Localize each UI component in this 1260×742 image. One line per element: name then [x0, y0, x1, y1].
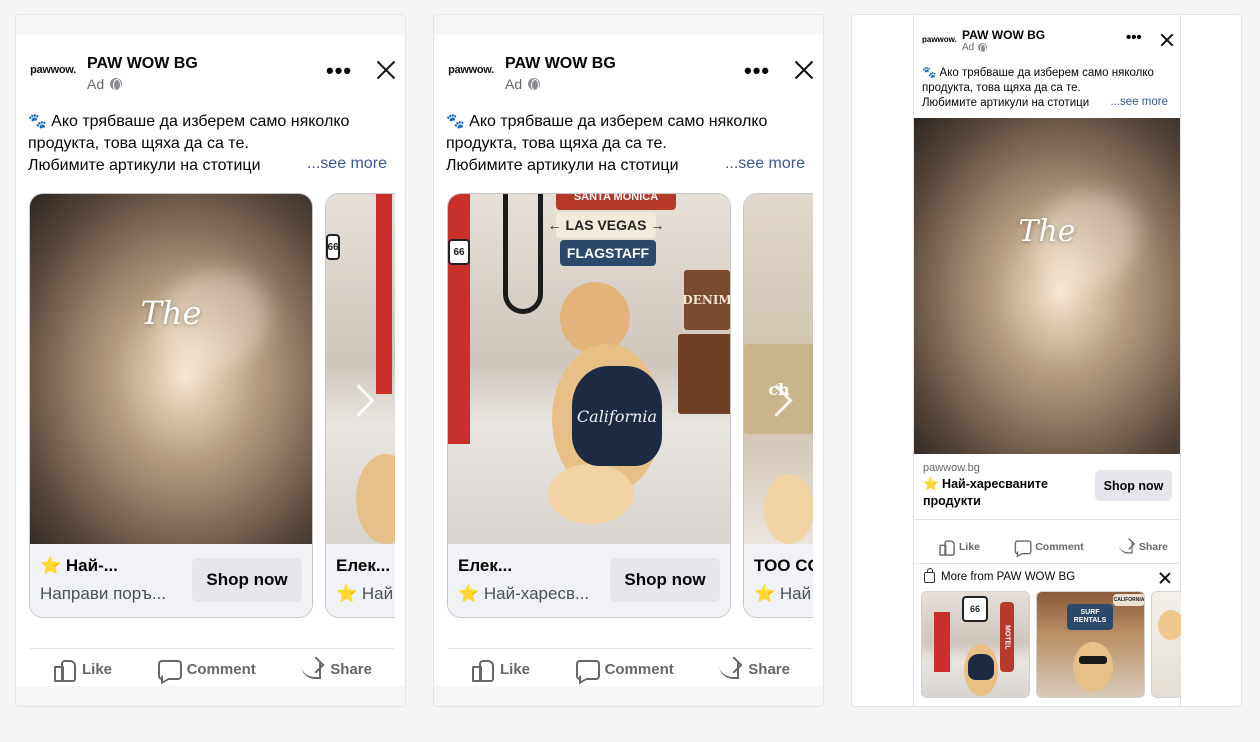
link-headline[interactable]: ⭐ Най-харесваните продукти	[923, 476, 1093, 510]
like-button[interactable]: Like	[470, 655, 530, 683]
brand-logo[interactable]: pawwow.	[30, 57, 76, 83]
more-from-header[interactable]: More from PAW WOW BG	[924, 567, 1075, 583]
post-actions: Like Comment Share	[448, 655, 812, 683]
comment-icon	[575, 658, 600, 680]
share-button[interactable]: Share	[718, 655, 790, 683]
carousel-next-icon[interactable]	[763, 381, 789, 421]
more-options-icon[interactable]: •••	[1126, 30, 1142, 45]
like-button[interactable]: Like	[938, 539, 980, 556]
card-subtitle: Направи поръ...	[40, 584, 167, 603]
shopping-bag-icon	[924, 567, 935, 583]
more-options-icon[interactable]: •••	[744, 60, 770, 82]
paw-icon: 🐾	[28, 113, 47, 130]
close-icon[interactable]	[1160, 33, 1174, 47]
card-subtitle: ⭐ Най	[754, 584, 812, 603]
carousel-card[interactable]: The ⭐ Най-... Направи поръ... Shop now	[29, 193, 313, 618]
more-products-strip[interactable]: 66 MOTEL SURF RENTALS CALIFORNIA	[921, 591, 1181, 699]
brand-name[interactable]: PAW WOW BG	[87, 55, 198, 73]
ad-preview-carousel-2: pawwow. PAW WOW BG Ad ••• 🐾 Ако трябваше…	[433, 14, 824, 707]
carousel-next-icon[interactable]	[345, 381, 371, 421]
post-actions: Like Comment Share	[914, 539, 1180, 556]
share-icon	[300, 658, 322, 680]
brand-name[interactable]: PAW WOW BG	[962, 28, 1045, 42]
comment-button[interactable]: Comment	[157, 655, 256, 683]
brand-name[interactable]: PAW WOW BG	[505, 55, 616, 73]
comment-icon	[1014, 539, 1032, 555]
close-icon[interactable]	[792, 58, 816, 82]
card-title: Елек...	[458, 556, 513, 575]
product-image-dog-vest[interactable]: 66	[326, 194, 395, 544]
thumbs-up-icon	[938, 539, 955, 556]
divider	[914, 519, 1180, 520]
carousel[interactable]: The ⭐ Най-... Направи поръ... Shop now 6…	[29, 193, 395, 619]
globe-icon	[978, 43, 988, 53]
post-actions: Like Comment Share	[30, 655, 394, 683]
close-icon[interactable]	[374, 58, 398, 82]
panel-top-bar	[16, 15, 405, 35]
link-domain[interactable]: pawwow.bg	[923, 462, 980, 474]
product-image-surf[interactable]: ch	[744, 194, 813, 544]
card-subtitle: ⭐ Най	[336, 584, 394, 603]
globe-icon	[110, 78, 123, 91]
ad-preview-carousel-1: pawwow. PAW WOW BG Ad ••• 🐾 Ако трябваше…	[15, 14, 406, 707]
brand-logo[interactable]: pawwow.	[448, 57, 494, 83]
more-options-icon[interactable]: •••	[326, 60, 352, 82]
product-thumbnail[interactable]: SURF RENTALS CALIFORNIA	[1036, 591, 1145, 698]
mobile-feed-post: pawwow. PAW WOW BG Ad ••• 🐾 Ако трябваше…	[913, 15, 1181, 706]
sponsored-label: Ad	[505, 76, 541, 92]
shop-now-button[interactable]: Shop now	[610, 558, 720, 602]
paw-icon: 🐾	[922, 67, 937, 79]
share-icon	[1118, 539, 1133, 554]
card-title: ⭐ Най-...	[40, 556, 118, 575]
sponsored-label: Ad	[87, 76, 123, 92]
card-title: Елек...	[336, 556, 391, 575]
carousel[interactable]: 66 SANTA MONICA ← LAS VEGAS → FLAGSTAFF …	[447, 193, 813, 619]
thumbs-up-icon	[470, 658, 494, 682]
like-button[interactable]: Like	[52, 655, 112, 683]
paw-icon: 🐾	[446, 113, 465, 130]
panel-bottom-bar	[16, 686, 405, 706]
comment-button[interactable]: Comment	[575, 655, 674, 683]
ad-preview-mobile: pawwow. PAW WOW BG Ad ••• 🐾 Ако трябваше…	[851, 14, 1242, 707]
card-footer: Елек... ⭐ Най	[326, 544, 395, 617]
product-image-dog-bed[interactable]: The	[914, 118, 1180, 454]
carousel-card[interactable]: 66 SANTA MONICA ← LAS VEGAS → FLAGSTAFF …	[447, 193, 731, 618]
product-image-dog-bed[interactable]: The	[30, 194, 312, 544]
share-button[interactable]: Share	[300, 655, 372, 683]
card-footer: Елек... ⭐ Най-харесв... Shop now	[448, 544, 730, 617]
card-footer: TOO CO ⭐ Най	[744, 544, 813, 617]
thumbs-up-icon	[52, 658, 76, 682]
share-button[interactable]: Share	[1118, 539, 1168, 554]
see-more-link[interactable]: ...see more	[1110, 96, 1168, 108]
comment-button[interactable]: Comment	[1014, 539, 1084, 555]
shop-now-button[interactable]: Shop now	[1095, 470, 1172, 501]
card-footer: ⭐ Най-... Направи поръ... Shop now	[30, 544, 312, 617]
divider	[30, 648, 394, 649]
shop-now-button[interactable]: Shop now	[192, 558, 302, 602]
product-image-dog-vest[interactable]: 66 SANTA MONICA ← LAS VEGAS → FLAGSTAFF …	[448, 194, 730, 544]
product-thumbnail[interactable]	[1151, 591, 1181, 698]
divider	[914, 563, 1180, 564]
see-more-link[interactable]: ...see more	[307, 155, 387, 173]
image-overlay-text: The	[140, 294, 202, 332]
panel-top-bar	[434, 15, 823, 35]
sponsored-label: Ad	[962, 42, 988, 53]
card-title: TOO CO	[754, 556, 813, 575]
product-thumbnail[interactable]: 66 MOTEL	[921, 591, 1030, 698]
comment-icon	[157, 658, 182, 680]
close-more-from-icon[interactable]	[1159, 572, 1171, 584]
panel-bottom-bar	[434, 686, 823, 706]
divider	[448, 648, 812, 649]
image-overlay-text: The	[1018, 214, 1076, 249]
brand-logo[interactable]: pawwow.	[922, 29, 957, 49]
share-icon	[718, 658, 740, 680]
see-more-link[interactable]: ...see more	[725, 155, 805, 173]
globe-icon	[528, 78, 541, 91]
card-subtitle: ⭐ Най-харесв...	[458, 584, 590, 603]
